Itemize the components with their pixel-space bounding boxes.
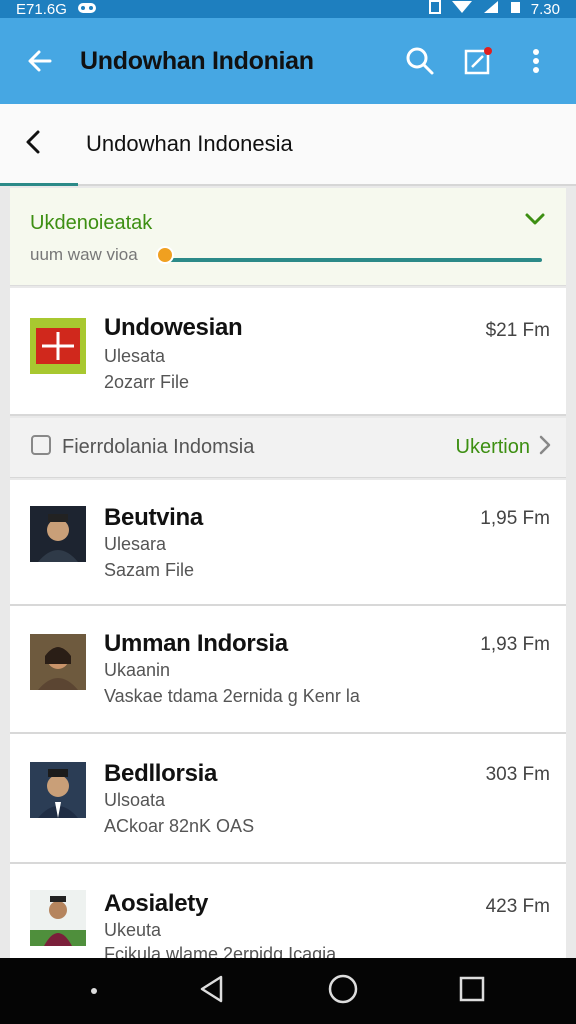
item-name: Aosialety: [104, 890, 209, 917]
list-item[interactable]: Beutvina Ulesara Sazam File 1,95 Fm: [10, 480, 566, 606]
back-arrow-icon[interactable]: [18, 39, 62, 83]
nav-back-icon[interactable]: [197, 974, 227, 1009]
item-name: Beutvina: [104, 504, 203, 531]
item-size: 423 Fm: [485, 896, 550, 917]
signal-icon: [483, 0, 499, 18]
chevron-left-icon[interactable]: [24, 129, 42, 160]
item-size: 303 Fm: [485, 764, 550, 785]
chevron-right-icon[interactable]: [538, 434, 552, 461]
game-controller-icon: [77, 1, 97, 18]
section-header[interactable]: Fierrdolania Indomsia Ukertion: [10, 418, 566, 478]
section-label: Fierrdolania Indomsia: [62, 436, 255, 458]
item-name: Bedllorsia: [104, 760, 218, 787]
sub-header-title: Undowhan Indonesia: [86, 131, 293, 156]
list-item[interactable]: Aosialety Ukeuta Fcikula wlame 2erpidg I…: [10, 864, 566, 958]
status-time: 7.30: [530, 0, 560, 18]
edit-note-icon[interactable]: [456, 39, 500, 83]
tab-indicator: [0, 183, 78, 186]
dot-icon: [90, 982, 98, 1000]
filter-subtext: uum waw vioa: [30, 248, 138, 262]
item-name: Undowesian: [104, 314, 243, 341]
item-name: Umman Indorsia: [104, 630, 288, 657]
item-detail: Sazam File: [104, 560, 195, 580]
item-detail: Vaskae tdama 2ernida g Kenr la: [104, 686, 360, 706]
more-vert-icon[interactable]: [514, 39, 558, 83]
flag-thumbnail: [30, 318, 86, 374]
status-left-text: E71.6G: [16, 0, 67, 18]
section-action-link[interactable]: Ukertion: [456, 436, 530, 459]
nav-home-icon[interactable]: [327, 973, 359, 1010]
system-nav-bar: [0, 958, 576, 1024]
filter-card[interactable]: Ukdenoieatak uum waw vioa: [10, 188, 566, 286]
item-detail: ACkoar 82nK OAS: [104, 816, 255, 836]
nav-recents-icon[interactable]: [458, 975, 486, 1008]
status-bar: E71.6G 7.30: [0, 0, 576, 18]
item-subtitle: Ukaanin: [104, 660, 171, 680]
range-slider-handle[interactable]: [156, 246, 174, 264]
item-detail: Fcikula wlame 2erpidg Icaqia: [104, 944, 337, 958]
app-title: Undowhan Indonian: [80, 46, 314, 75]
filter-label: Ukdenoieatak: [30, 212, 153, 234]
battery-icon: [509, 0, 521, 18]
avatar: [30, 506, 86, 562]
item-subtitle: Ulesara: [104, 534, 167, 554]
item-subtitle: Ulsoata: [104, 790, 166, 810]
avatar: [30, 762, 86, 818]
list-item[interactable]: Bedllorsia Ulsoata ACkoar 82nK OAS 303 F…: [10, 734, 566, 864]
item-subtitle: Ulesata: [104, 346, 166, 366]
search-icon[interactable]: [398, 39, 442, 83]
item-detail: 2ozarr File: [104, 372, 190, 392]
item-size: 1,95 Fm: [480, 508, 550, 529]
item-size: 1,93 Fm: [480, 634, 550, 655]
list-item[interactable]: Undowesian Ulesata 2ozarr File $21 Fm: [10, 288, 566, 416]
avatar: [30, 890, 86, 946]
range-slider-track[interactable]: [162, 258, 542, 262]
app-bar: Undowhan Indonian: [0, 18, 576, 104]
nfc-icon: [428, 0, 441, 18]
checkbox-icon[interactable]: [30, 434, 52, 461]
chevron-down-icon[interactable]: [524, 212, 546, 231]
sub-header: Undowhan Indonesia: [0, 104, 576, 186]
item-subtitle: Ukeuta: [104, 920, 162, 940]
list-item[interactable]: Umman Indorsia Ukaanin Vaskae tdama 2ern…: [10, 606, 566, 734]
item-size: $21 Fm: [485, 320, 550, 341]
wifi-icon: [451, 0, 473, 18]
avatar: [30, 634, 86, 690]
